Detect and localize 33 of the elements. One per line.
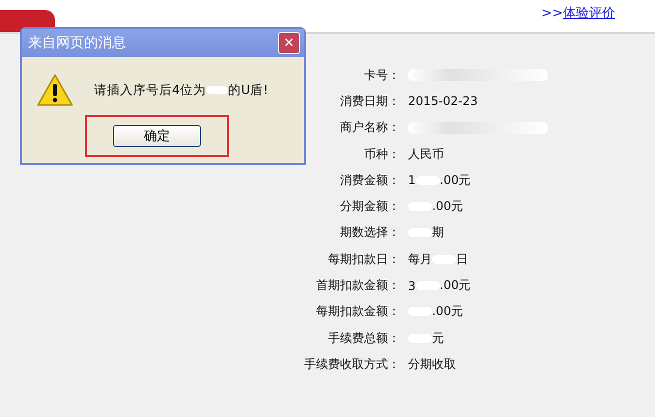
field-label: 每期扣款金额： xyxy=(315,303,400,320)
field-label: 分期金额： xyxy=(339,198,400,216)
field-value: .00元 xyxy=(440,277,471,294)
field-value: 3 xyxy=(408,278,416,293)
field-value: .00元 xyxy=(440,172,471,189)
field-label: 币种： xyxy=(363,146,400,163)
field-value: 元 xyxy=(432,330,444,347)
field-value: 人民币 xyxy=(408,146,444,163)
field-label: 卡号： xyxy=(363,66,400,84)
field-label: 商户名称： xyxy=(339,119,400,136)
field-value: 期 xyxy=(432,224,444,242)
field-label: 首期扣款金额： xyxy=(315,277,400,294)
field-label: 消费日期： xyxy=(339,92,400,110)
field-label: 手续费总额： xyxy=(327,330,400,347)
close-button[interactable]: ✕ xyxy=(278,32,300,54)
dialog-message: 的U盾! xyxy=(228,82,268,98)
dialog-title: 来自网页的消息 xyxy=(28,34,126,52)
field-label: 手续费收取方式： xyxy=(303,356,400,373)
field-label: 消费金额： xyxy=(339,172,400,189)
redaction-mark xyxy=(206,86,228,94)
field-value: 1 xyxy=(408,173,416,188)
field-value: .00元 xyxy=(432,303,464,320)
warning-icon xyxy=(36,73,74,107)
field-value: 日 xyxy=(456,250,468,268)
field-value: 每月 xyxy=(408,250,432,268)
field-value: 2015-02-23 xyxy=(408,94,478,108)
field-label: 每期扣款日： xyxy=(327,250,400,268)
dialog-message: 请插入序号后4位为 xyxy=(94,82,206,98)
field-label: 期数选择： xyxy=(339,224,400,242)
feedback-link[interactable]: >>体验评价 xyxy=(541,4,615,22)
field-value: 分期收取 xyxy=(408,356,456,373)
ok-button[interactable]: 确定 xyxy=(113,125,201,147)
field-value: .00元 xyxy=(432,198,464,216)
